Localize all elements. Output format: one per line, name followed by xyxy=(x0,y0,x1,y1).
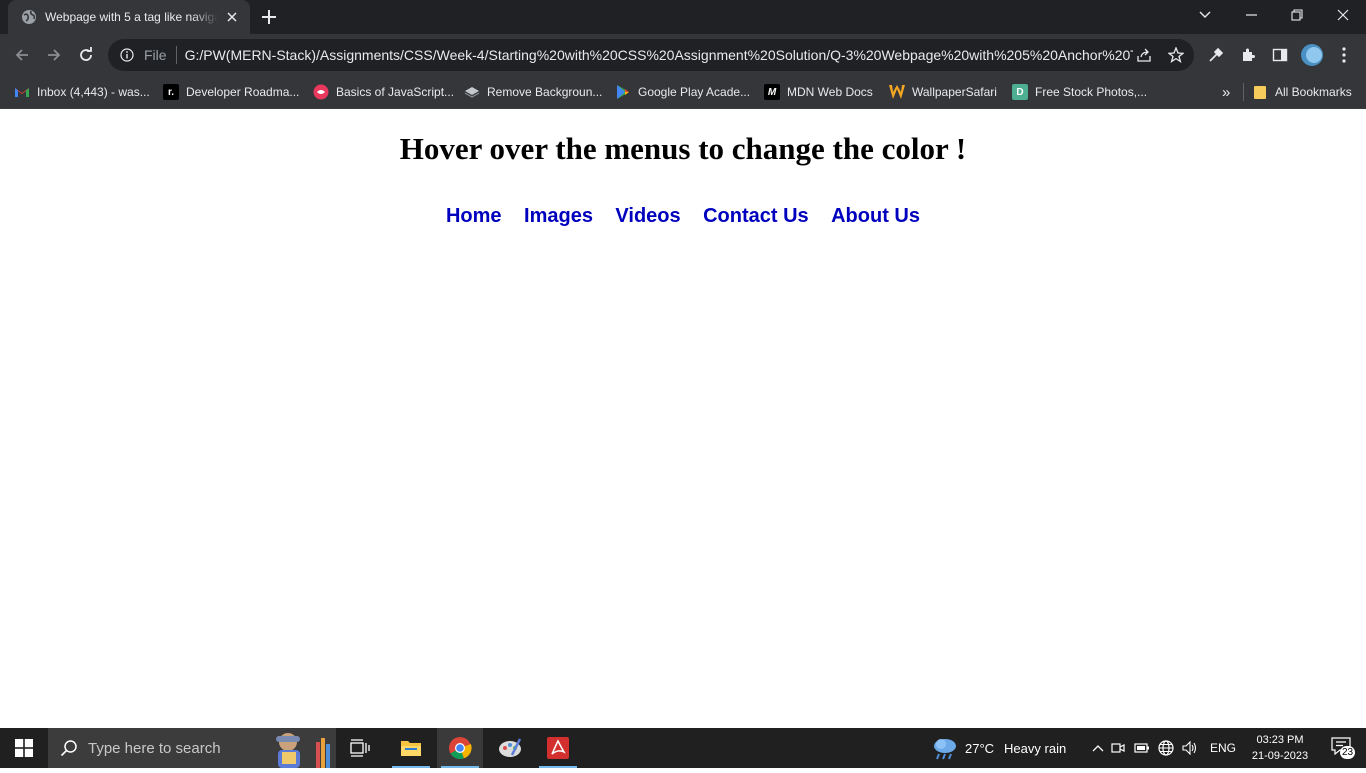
chevron-down-icon xyxy=(1199,11,1211,18)
nav-link-about-us[interactable]: About Us xyxy=(831,205,920,227)
task-view-button[interactable] xyxy=(337,728,383,768)
rain-cloud-icon xyxy=(934,739,956,760)
url-text[interactable]: G:/PW(MERN-Stack)/Assignments/CSS/Week-4… xyxy=(185,47,1133,63)
reload-button[interactable] xyxy=(74,43,98,67)
minimize-icon xyxy=(1245,14,1257,16)
new-tab-button[interactable] xyxy=(259,7,279,27)
taskbar-search-box[interactable]: Type here to search xyxy=(48,728,336,768)
folder-icon xyxy=(1252,84,1268,100)
close-icon xyxy=(1337,9,1349,21)
tab-search-button[interactable] xyxy=(1182,0,1228,30)
clock-date: 21-09-2023 xyxy=(1251,750,1309,762)
file-explorer-app[interactable] xyxy=(388,728,434,768)
taskbar-clock[interactable]: 03:23 PM 21-09-2023 xyxy=(1240,732,1320,764)
share-icon[interactable] xyxy=(1136,47,1152,63)
all-bookmarks-button[interactable]: All Bookmarks xyxy=(1252,83,1352,101)
search-highlight-illustration xyxy=(266,728,334,768)
gmail-icon xyxy=(14,84,30,100)
volume-icon[interactable] xyxy=(1178,741,1202,755)
nav-menu: Home Images Videos Contact Us About Us xyxy=(0,205,1366,228)
address-bar[interactable]: File G:/PW(MERN-Stack)/Assignments/CSS/W… xyxy=(108,39,1194,71)
tab-title: Webpage with 5 a tag like navigation men… xyxy=(45,10,218,24)
page-viewport: Hover over the menus to change the color… xyxy=(0,109,1366,728)
chevron-up-icon[interactable] xyxy=(1090,744,1106,752)
paint-palette-icon xyxy=(499,738,522,757)
bookmark-developer-roadmap[interactable]: r. Developer Roadma... xyxy=(163,83,299,101)
meet-icon[interactable] xyxy=(1106,741,1130,755)
bookmarks-bar: Inbox (4,443) - was... r. Developer Road… xyxy=(0,76,1366,109)
bookmark-inbox[interactable]: Inbox (4,443) - was... xyxy=(14,83,150,101)
battery-icon[interactable] xyxy=(1130,743,1154,753)
close-window-button[interactable] xyxy=(1320,0,1366,30)
restore-icon xyxy=(1291,9,1303,21)
bookmarks-divider xyxy=(1243,83,1244,101)
reload-icon xyxy=(80,47,92,61)
system-tray: ENG xyxy=(1090,728,1236,768)
chrome-icon xyxy=(449,737,472,760)
clock-time: 03:23 PM xyxy=(1256,734,1304,746)
bookmark-free-stock-photos[interactable]: D Free Stock Photos,... xyxy=(1012,83,1147,101)
task-view-icon xyxy=(350,739,370,757)
page-heading: Hover over the menus to change the color… xyxy=(399,131,967,166)
bookmark-remove-background[interactable]: Remove Backgroun... xyxy=(464,83,602,101)
wallpaper-icon xyxy=(889,84,905,100)
acrobat-app[interactable] xyxy=(535,728,581,768)
bookmark-javascript-basics[interactable]: Basics of JavaScript... xyxy=(313,83,454,101)
side-panel-icon[interactable] xyxy=(1271,46,1289,64)
menu-kebab-icon[interactable] xyxy=(1335,46,1353,64)
chrome-app[interactable] xyxy=(437,728,483,768)
play-icon xyxy=(615,84,631,100)
bookmark-wallpapersafari[interactable]: WallpaperSafari xyxy=(889,83,997,101)
double-chevron-icon: » xyxy=(1222,83,1231,101)
nav-link-home[interactable]: Home xyxy=(446,205,502,227)
browser-toolbar: File G:/PW(MERN-Stack)/Assignments/CSS/W… xyxy=(0,34,1366,76)
address-separator xyxy=(175,46,177,64)
restore-button[interactable] xyxy=(1274,0,1320,30)
globe-icon xyxy=(21,9,37,25)
tab-close-icon[interactable] xyxy=(224,9,240,25)
folder-icon xyxy=(401,741,421,756)
nav-link-images[interactable]: Images xyxy=(524,205,593,227)
notification-center-button[interactable]: 23 xyxy=(1322,728,1362,768)
nav-link-contact-us[interactable]: Contact Us xyxy=(703,205,809,227)
weather-widget[interactable]: 27°C Heavy rain xyxy=(931,728,1066,768)
paint-app[interactable] xyxy=(487,728,533,768)
network-globe-icon[interactable] xyxy=(1154,740,1178,756)
windows-taskbar: Type here to search 27°C Heavy rain ENG … xyxy=(0,728,1366,768)
remove-bg-icon xyxy=(464,84,480,100)
search-icon xyxy=(60,739,78,757)
weather-temp: 27°C xyxy=(965,740,995,756)
stock-photos-icon: D xyxy=(1012,84,1028,100)
browser-tab-active[interactable]: Webpage with 5 a tag like navigation men… xyxy=(8,0,250,34)
plus-icon xyxy=(262,10,276,24)
roadmap-icon: r. xyxy=(163,84,179,100)
notification-count-badge: 23 xyxy=(1340,746,1356,759)
windows-logo-icon xyxy=(15,739,33,757)
extensions-icon[interactable] xyxy=(1239,46,1257,64)
notification-icon: 23 xyxy=(1331,737,1356,759)
back-button[interactable] xyxy=(10,43,34,67)
tab-strip: Webpage with 5 a tag like navigation men… xyxy=(0,0,1366,34)
forward-button[interactable] xyxy=(42,43,66,67)
start-button[interactable] xyxy=(0,728,48,768)
bookmark-google-play[interactable]: Google Play Acade... xyxy=(615,83,750,101)
info-icon[interactable] xyxy=(119,47,135,63)
star-icon[interactable] xyxy=(1168,47,1184,63)
eyedropper-icon[interactable] xyxy=(1207,46,1225,64)
language-indicator[interactable]: ENG xyxy=(1210,741,1236,755)
file-scheme-chip: File xyxy=(144,47,167,63)
profile-avatar[interactable] xyxy=(1300,43,1324,67)
nav-link-videos[interactable]: Videos xyxy=(615,205,680,227)
arrow-left-icon xyxy=(15,49,28,61)
bookmark-mdn[interactable]: M MDN Web Docs xyxy=(764,83,873,101)
weather-text: Heavy rain xyxy=(1004,740,1067,756)
bookmarks-overflow-button[interactable]: » xyxy=(1222,83,1230,101)
pdf-icon xyxy=(547,737,569,759)
search-placeholder: Type here to search xyxy=(88,739,221,757)
js-basics-icon xyxy=(313,84,329,100)
mdn-icon: M xyxy=(764,84,780,100)
minimize-button[interactable] xyxy=(1228,0,1274,30)
window-controls xyxy=(1182,0,1366,34)
arrow-right-icon xyxy=(48,49,61,61)
